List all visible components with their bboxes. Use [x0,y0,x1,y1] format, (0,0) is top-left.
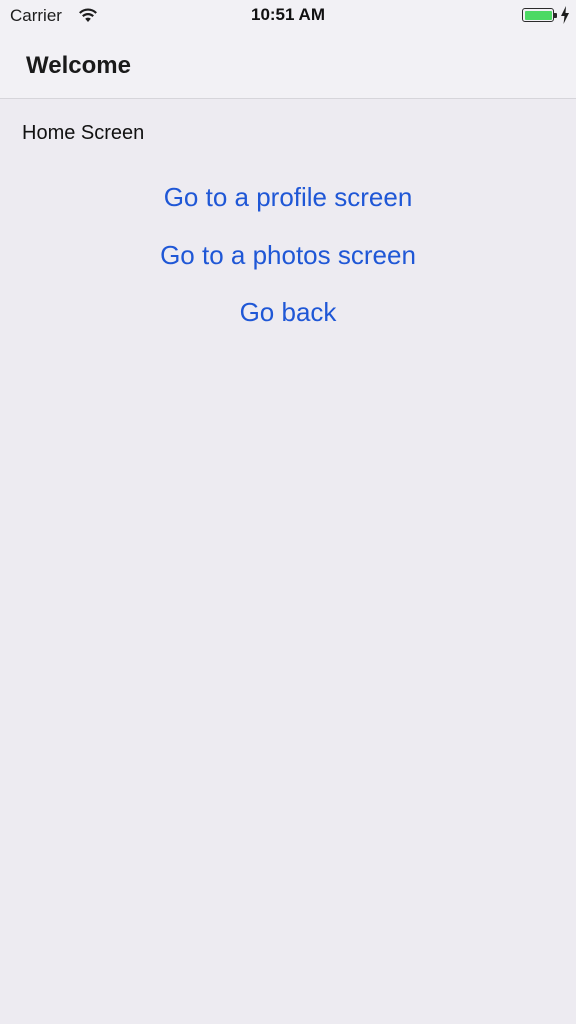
go-to-photos-button[interactable]: Go to a photos screen [0,239,576,271]
status-bar: Carrier 10:51 AM [0,0,576,32]
screen-label: Home Screen [22,122,145,144]
charging-bolt-icon [561,6,569,24]
go-back-button[interactable]: Go back [0,296,576,328]
battery-tip [554,13,557,18]
navigation-bar: Welcome [0,32,576,99]
page-title: Welcome [26,52,131,79]
status-time: 10:51 AM [250,5,325,24]
go-to-profile-button[interactable]: Go to a profile screen [0,181,576,213]
battery-icon [522,8,554,22]
battery-level-fill [524,10,552,20]
